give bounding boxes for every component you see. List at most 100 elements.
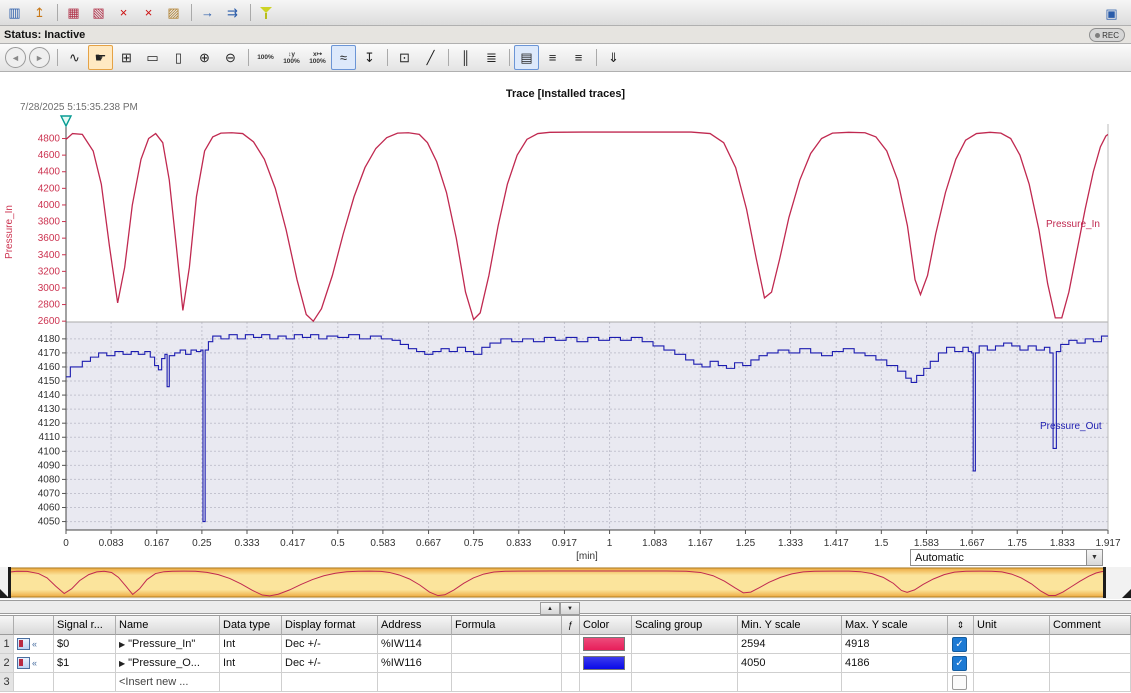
cell-max_y[interactable]: 4918 [842, 635, 948, 654]
scale-mode-dropdown[interactable]: Automatic ▼ [910, 549, 1103, 566]
column-header-auto[interactable]: ⇕ [948, 616, 974, 635]
cell-num[interactable]: 1 [0, 635, 14, 654]
cell-fo[interactable] [562, 635, 580, 654]
auto-scale-checkbox[interactable]: ✓ [952, 656, 967, 671]
column-header-unit[interactable]: Unit [974, 616, 1050, 635]
cell-color[interactable] [580, 635, 632, 654]
table-row[interactable]: 1«$0▶"Pressure_In"IntDec +/-%IW114259449… [0, 635, 1131, 654]
zoom-100-button[interactable]: 100% [253, 45, 278, 70]
cell-signal_ref[interactable] [54, 673, 116, 692]
vertical-gridlines-button[interactable]: ║ [453, 45, 478, 70]
open-folder-icon[interactable]: ▨ [162, 1, 185, 24]
column-header-color[interactable]: Color [580, 616, 632, 635]
interpolation-button[interactable]: ╱ [418, 45, 443, 70]
splitter-up-button[interactable]: ▲ [540, 602, 560, 615]
add-trace-icon[interactable]: ▧ [87, 1, 110, 24]
color-swatch[interactable] [583, 637, 625, 651]
cell-comment[interactable] [1050, 635, 1131, 654]
installed-traces-icon[interactable]: ▦ [62, 1, 85, 24]
cell-comment[interactable] [1050, 673, 1131, 692]
column-header-min_y[interactable]: Min. Y scale [738, 616, 842, 635]
cell-num[interactable]: 2 [0, 654, 14, 673]
zoom-vertical-button[interactable]: ▯ [166, 45, 191, 70]
samples-button[interactable]: ⊡ [392, 45, 417, 70]
curve-cursor-button[interactable]: ∿ [62, 45, 87, 70]
cell-auto[interactable]: ✓ [948, 654, 974, 673]
cell-num[interactable]: 3 [0, 673, 14, 692]
cell-unit[interactable] [974, 635, 1050, 654]
column-header-signal_ref[interactable]: Signal r... [54, 616, 116, 635]
cell-comment[interactable] [1050, 654, 1131, 673]
auto-scale-checkbox[interactable] [952, 675, 967, 690]
cell-auto[interactable] [948, 673, 974, 692]
cell-name[interactable]: ▶"Pressure_O... [116, 654, 220, 673]
table-row[interactable]: 2«$1▶"Pressure_O...IntDec +/-%IW11640504… [0, 654, 1131, 673]
align-left-button[interactable]: ≡ [540, 45, 565, 70]
column-header-name[interactable]: Name [116, 616, 220, 635]
cell-unit[interactable] [974, 673, 1050, 692]
trace-plot[interactable]: 4800460044004200400038003600340032003000… [0, 72, 1131, 568]
cell-name[interactable]: ▶"Pressure_In" [116, 635, 220, 654]
import-trace-icon[interactable]: → [196, 1, 219, 24]
x-scale-100-button[interactable]: x↦100% [305, 45, 330, 70]
cell-max_y[interactable]: 4186 [842, 654, 948, 673]
export-trace-icon[interactable]: ⇉ [221, 1, 244, 24]
column-header-num[interactable] [0, 616, 14, 635]
cell-color[interactable] [580, 673, 632, 692]
cell-formula[interactable] [452, 654, 562, 673]
color-swatch[interactable] [583, 656, 625, 670]
trace-chart-area[interactable]: Trace [Installed traces] 7/28/2025 5:15:… [0, 72, 1131, 568]
expand-icon[interactable]: ▶ [119, 659, 125, 668]
horizontal-scrollbar[interactable]: ▲ ▼ [0, 600, 1131, 614]
zoom-in-button[interactable]: ⊕ [192, 45, 217, 70]
column-header-address[interactable]: Address [378, 616, 452, 635]
cell-scaling_group[interactable] [632, 673, 738, 692]
column-header-comment[interactable]: Comment [1050, 616, 1131, 635]
cell-fo[interactable] [562, 654, 580, 673]
rec-indicator[interactable]: REC [1089, 28, 1125, 42]
cell-address[interactable]: %IW116 [378, 654, 452, 673]
column-header-max_y[interactable]: Max. Y scale [842, 616, 948, 635]
forward-button[interactable]: ► [29, 47, 50, 68]
delete-trace-icon[interactable]: × [112, 1, 135, 24]
overview-band[interactable] [0, 567, 1131, 599]
measure-cursors-button[interactable]: ↧ [357, 45, 382, 70]
cell-display_format[interactable]: Dec +/- [282, 654, 378, 673]
cell-display_format[interactable]: Dec +/- [282, 635, 378, 654]
cell-unit[interactable] [974, 654, 1050, 673]
cell-signal_ref[interactable]: $1 [54, 654, 116, 673]
cell-max_y[interactable] [842, 673, 948, 692]
overview-band-button[interactable]: ≈ [331, 45, 356, 70]
cell-name[interactable]: <Insert new ... [116, 673, 220, 692]
cell-fo[interactable] [562, 673, 580, 692]
panel-toggle-icon[interactable]: ▣ [1100, 2, 1123, 25]
cell-min_y[interactable]: 4050 [738, 654, 842, 673]
splitter-down-button[interactable]: ▼ [560, 602, 580, 615]
horizontal-gridlines-button[interactable]: ≣ [479, 45, 504, 70]
zoom-out-button[interactable]: ⊖ [218, 45, 243, 70]
cell-scaling_group[interactable] [632, 635, 738, 654]
chevron-down-icon[interactable]: ▼ [1086, 550, 1102, 565]
column-header-fo[interactable]: ƒ [562, 616, 580, 635]
column-header-icons[interactable] [14, 616, 54, 635]
cell-address[interactable]: %IW114 [378, 635, 452, 654]
auto-scale-checkbox[interactable]: ✓ [952, 637, 967, 652]
column-header-formula[interactable]: Formula [452, 616, 562, 635]
align-right-button[interactable]: ≡ [566, 45, 591, 70]
cell-formula[interactable] [452, 673, 562, 692]
cell-min_y[interactable]: 2594 [738, 635, 842, 654]
zoom-selection-button[interactable]: ⊞ [114, 45, 139, 70]
cell-scaling_group[interactable] [632, 654, 738, 673]
cell-formula[interactable] [452, 635, 562, 654]
y-scale-100-button[interactable]: ↕y100% [279, 45, 304, 70]
cell-display_format[interactable] [282, 673, 378, 692]
column-header-scaling_group[interactable]: Scaling group [632, 616, 738, 635]
cell-color[interactable] [580, 654, 632, 673]
snapshot-button[interactable]: ⇓ [601, 45, 626, 70]
cell-signal_ref[interactable]: $0 [54, 635, 116, 654]
pan-button[interactable]: ☛ [88, 45, 113, 70]
zoom-horizontal-button[interactable]: ▭ [140, 45, 165, 70]
cell-data_type[interactable] [220, 673, 282, 692]
cell-auto[interactable]: ✓ [948, 635, 974, 654]
cell-data_type[interactable]: Int [220, 635, 282, 654]
